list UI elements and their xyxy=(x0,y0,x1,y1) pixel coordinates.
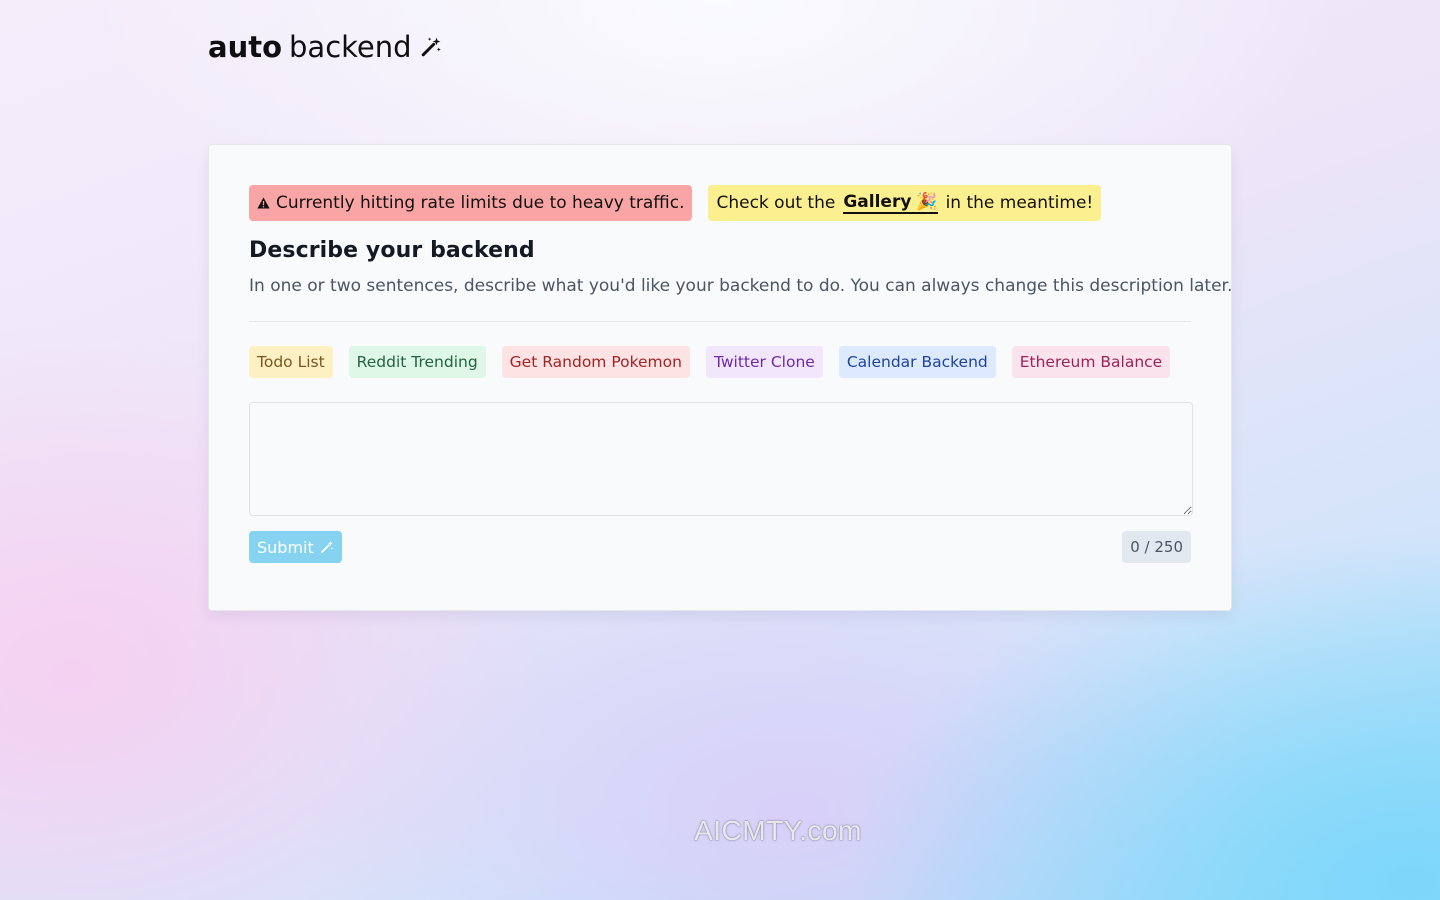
form-subtext: In one or two sentences, describe what y… xyxy=(249,276,1233,296)
gallery-link[interactable]: Gallery 🎉 xyxy=(843,192,938,214)
example-prompts: Todo List Reddit Trending Get Random Pok… xyxy=(249,346,1191,378)
logo-text-regular: backend xyxy=(289,30,412,64)
magic-wand-icon xyxy=(320,540,334,554)
submit-label: Submit xyxy=(257,537,314,557)
example-chip-reddit-trending[interactable]: Reddit Trending xyxy=(348,346,486,378)
magic-wand-icon xyxy=(420,36,442,58)
logo-text-bold: auto xyxy=(208,30,283,64)
party-popper-icon: 🎉 xyxy=(916,192,938,212)
app-logo[interactable]: auto backend xyxy=(208,30,442,64)
form-heading: Describe your backend xyxy=(249,238,535,263)
character-counter: 0 / 250 xyxy=(1122,531,1191,563)
example-chip-twitter-clone[interactable]: Twitter Clone xyxy=(705,346,823,378)
example-chip-todo-list[interactable]: Todo List xyxy=(249,346,333,378)
submit-button[interactable]: Submit xyxy=(249,531,342,563)
form-actions: Submit 0 / 250 xyxy=(249,531,1191,563)
backend-form-card: Currently hitting rate limits due to hea… xyxy=(208,144,1232,611)
gallery-banner-prefix: Check out the xyxy=(716,193,836,213)
rate-limit-text: Currently hitting rate limits due to hea… xyxy=(276,193,685,213)
gallery-banner: Check out the Gallery 🎉 in the meantime! xyxy=(708,185,1102,221)
notice-banners: Currently hitting rate limits due to hea… xyxy=(249,185,1191,221)
warning-triangle-icon xyxy=(257,197,270,209)
gallery-banner-suffix: in the meantime! xyxy=(945,193,1094,213)
example-chip-get-random-pokemon[interactable]: Get Random Pokemon xyxy=(501,346,690,378)
divider xyxy=(249,321,1191,322)
watermark-text: AICMTY.com xyxy=(694,815,862,846)
gallery-link-label: Gallery xyxy=(843,192,912,212)
example-chip-ethereum-balance[interactable]: Ethereum Balance xyxy=(1011,346,1171,378)
backend-description-input[interactable] xyxy=(249,402,1193,516)
rate-limit-banner: Currently hitting rate limits due to hea… xyxy=(249,185,693,221)
example-chip-calendar-backend[interactable]: Calendar Backend xyxy=(838,346,996,378)
